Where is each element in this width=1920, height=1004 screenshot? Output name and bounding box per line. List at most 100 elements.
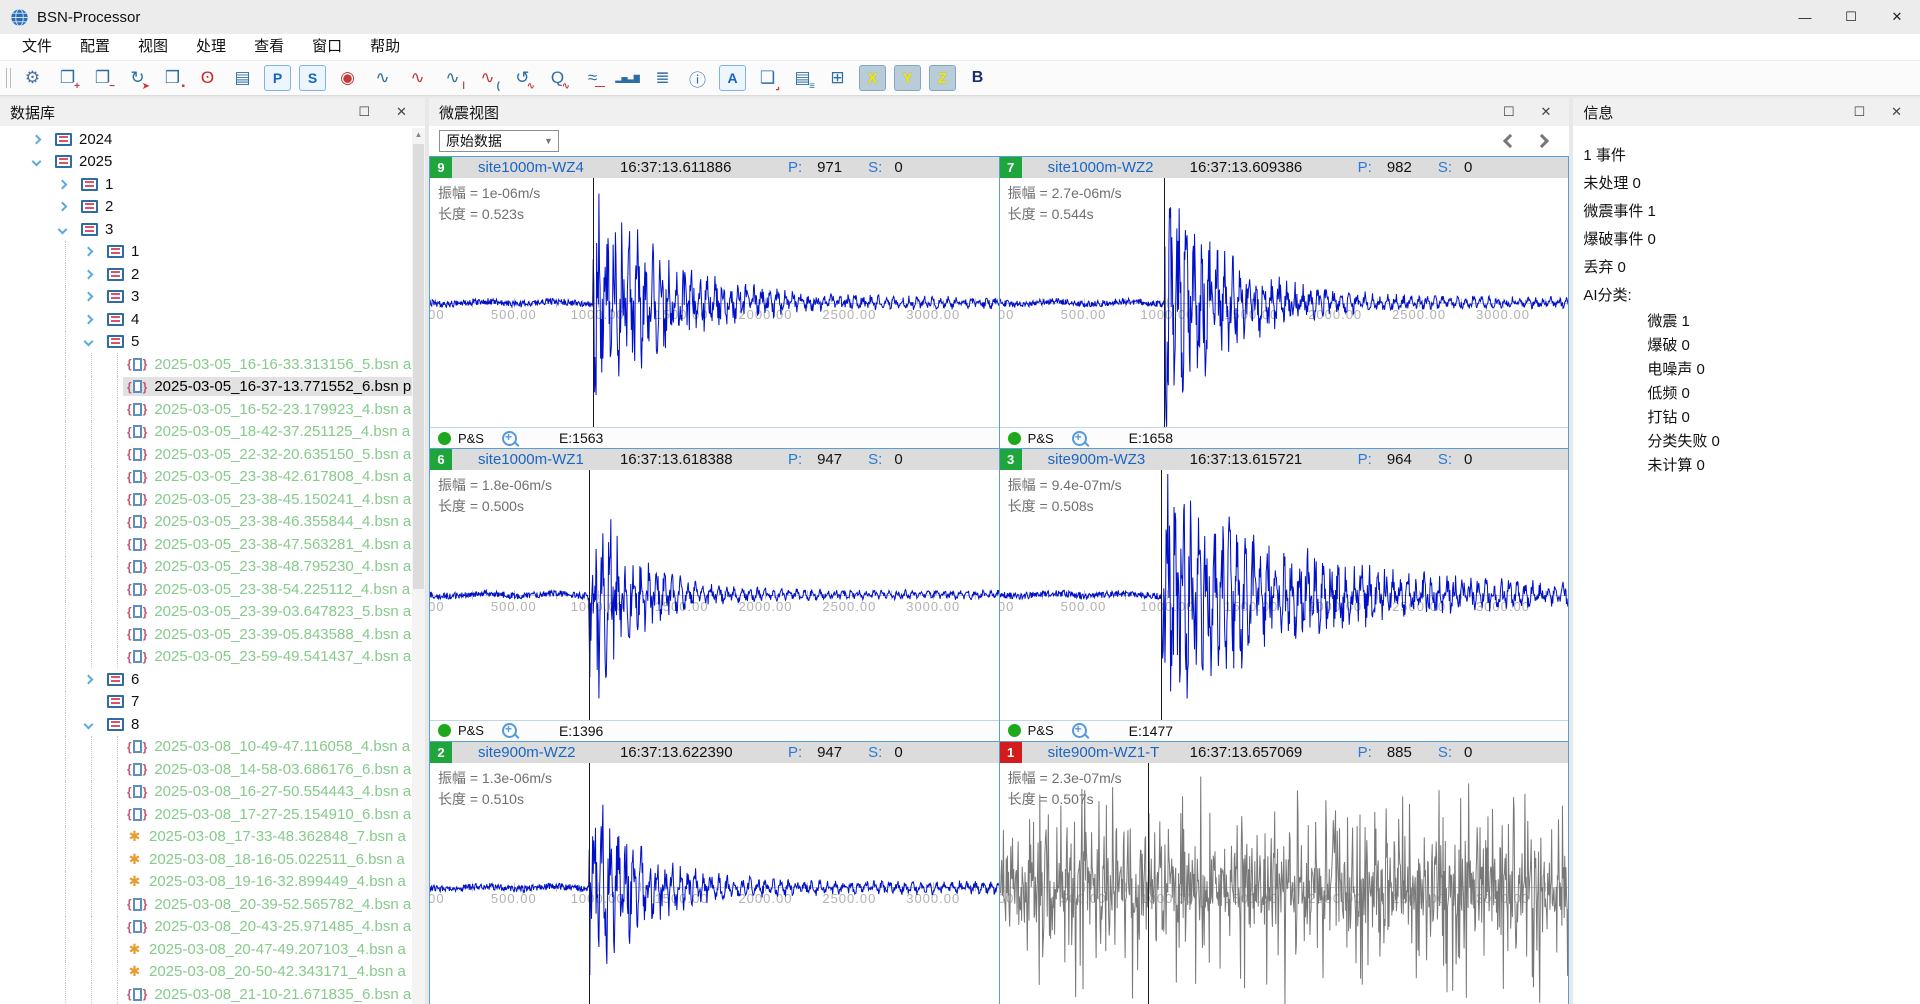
scrollbar-up-icon[interactable]: ▲ — [412, 128, 425, 142]
tree-folder-row[interactable]: 5 — [0, 331, 412, 354]
menu-item-7[interactable]: 帮助 — [356, 34, 414, 60]
add-folder-icon[interactable]: ❐+ — [54, 65, 81, 91]
wave-pick-icon-4[interactable]: ∿( — [474, 65, 501, 91]
toolbar-drag-handle[interactable] — [6, 68, 11, 88]
p-pick-line[interactable] — [589, 763, 590, 1004]
ps-toggle[interactable]: P&S — [1028, 431, 1054, 446]
list-icon[interactable]: ≣ — [649, 65, 676, 91]
tree-file-row[interactable]: ✱2025-03-08_18-16-05.022511_6.bsn a — [0, 848, 412, 871]
tree-folder-row[interactable]: 2024 — [0, 128, 412, 151]
next-event-button[interactable] — [1535, 134, 1549, 148]
prev-event-button[interactable] — [1503, 134, 1517, 148]
tree-file-row[interactable]: {}2025-03-05_23-38-54.225112_4.bsn a — [0, 578, 412, 601]
scrollbar-thumb[interactable] — [413, 144, 424, 589]
tree-file-row[interactable]: {}2025-03-05_23-38-47.563281_4.bsn a — [0, 533, 412, 556]
waveform-plot[interactable]: 振幅 = 2.3e-07m/s 长度 = 0.507s 0.00500.0010… — [1000, 763, 1569, 1004]
zoom-in-icon[interactable] — [1072, 723, 1087, 738]
menu-item-2[interactable]: 配置 — [66, 34, 124, 60]
waveform-plot[interactable]: 振幅 = 1e-06m/s 长度 = 0.523s 0.00500.001000… — [430, 178, 999, 427]
menu-item-1[interactable]: 文件 — [8, 34, 66, 60]
tree-file-row[interactable]: {}2025-03-08_20-43-25.971485_4.bsn a — [0, 916, 412, 939]
data-type-dropdown[interactable]: 原始数据 ▼ — [439, 130, 559, 152]
zoom-in-icon[interactable] — [1072, 431, 1087, 446]
tree-file-row[interactable]: {}2025-03-05_16-16-33.313156_5.bsn a — [0, 353, 412, 376]
tree-file-row[interactable]: {}2025-03-08_21-10-21.671835_6.bsn a — [0, 983, 412, 1004]
expand-arrow-icon[interactable] — [58, 179, 68, 189]
wave-baseline-icon[interactable]: ≈— — [579, 65, 606, 91]
database-panel-maximize-icon[interactable]: ☐ — [358, 104, 370, 120]
tree-file-row[interactable]: ✱2025-03-08_19-16-32.899449_4.bsn a — [0, 871, 412, 894]
crop-region-icon[interactable]: ❏⌟ — [754, 65, 781, 91]
wave-recalc-icon[interactable]: ↺∿ — [509, 65, 536, 91]
expand-arrow-icon[interactable] — [32, 134, 42, 144]
waveform-plot[interactable]: 振幅 = 1.3e-06m/s 长度 = 0.510s 0.00500.0010… — [430, 763, 999, 1004]
info-panel-maximize-icon[interactable]: ☐ — [1853, 104, 1865, 120]
expand-arrow-icon[interactable] — [84, 674, 94, 684]
info-panel-close-icon[interactable]: ✕ — [1891, 104, 1902, 120]
bold-b-button[interactable]: B — [964, 65, 991, 91]
tree-file-row[interactable]: {}2025-03-05_23-38-46.355844_4.bsn a — [0, 511, 412, 534]
collapse-arrow-icon[interactable] — [84, 337, 94, 347]
p-pick-line[interactable] — [1164, 178, 1165, 427]
remove-folder-icon[interactable]: ❐− — [89, 65, 116, 91]
tree-folder-row[interactable]: 4 — [0, 308, 412, 331]
waveform-plot[interactable]: 振幅 = 9.4e-07m/s 长度 = 0.508s 0.00500.0010… — [1000, 470, 1569, 719]
ps-toggle[interactable]: P&S — [458, 723, 484, 738]
waveform-plot[interactable]: 振幅 = 2.7e-06m/s 长度 = 0.544s 0.00500.0010… — [1000, 178, 1569, 427]
collapse-arrow-icon[interactable] — [84, 719, 94, 729]
save-report-icon[interactable]: ❒▪ — [159, 65, 186, 91]
wave-pick-icon-3[interactable]: ∿ǀ — [439, 65, 466, 91]
waveform-plot[interactable]: 振幅 = 1.8e-06m/s 长度 = 0.500s 0.00500.0010… — [430, 470, 999, 719]
power-icon[interactable]: ʘ — [194, 65, 221, 91]
p-phase-button[interactable]: P — [264, 65, 291, 91]
tree-file-row[interactable]: {}2025-03-08_16-27-50.554443_4.bsn a — [0, 781, 412, 804]
tree-folder-row[interactable]: 1 — [0, 241, 412, 264]
tree-file-row[interactable]: ✱2025-03-08_20-47-49.207103_4.bsn a — [0, 938, 412, 961]
tree-folder-row[interactable]: 7 — [0, 691, 412, 714]
tree-folder-row[interactable]: 3 — [0, 218, 412, 241]
tree-file-row[interactable]: ✱2025-03-08_17-33-48.362848_7.bsn a — [0, 826, 412, 849]
database-panel-close-icon[interactable]: ✕ — [396, 104, 407, 120]
waveform-panel-maximize-icon[interactable]: ☐ — [1503, 104, 1515, 120]
p-pick-line[interactable] — [1161, 470, 1162, 719]
q-filter-icon[interactable]: Q∿ — [544, 65, 571, 91]
wave-pick-icon-1[interactable]: ∿ — [369, 65, 396, 91]
tree-file-row[interactable]: {}2025-03-08_17-27-25.154910_6.bsn a — [0, 803, 412, 826]
expand-arrow-icon[interactable] — [84, 247, 94, 257]
database-icon[interactable]: ▤ — [229, 65, 256, 91]
tree-scrollbar[interactable]: ▲ ▼ — [412, 128, 425, 1004]
refresh-icon[interactable]: ↻➤ — [124, 65, 151, 91]
x-axis-button[interactable]: X — [859, 65, 886, 91]
expand-arrow-icon[interactable] — [84, 292, 94, 302]
p-pick-line[interactable] — [589, 470, 590, 719]
menu-item-3[interactable]: 视图 — [124, 34, 182, 60]
tree-file-row[interactable]: {}2025-03-05_23-38-42.617808_4.bsn a — [0, 466, 412, 489]
tree-folder-row[interactable]: 3 — [0, 286, 412, 309]
histogram-icon[interactable]: ▂▅▃▇ — [614, 65, 641, 91]
text-a-button[interactable]: A — [719, 65, 746, 91]
maximize-button[interactable]: ☐ — [1828, 0, 1874, 34]
tree-file-row[interactable]: {}2025-03-08_10-49-47.116058_4.bsn a — [0, 736, 412, 759]
tree-folder-row[interactable]: 2 — [0, 263, 412, 286]
tree-folder-row[interactable]: 8 — [0, 713, 412, 736]
y-axis-button[interactable]: Y — [894, 65, 921, 91]
tree-folder-row[interactable]: 1 — [0, 173, 412, 196]
s-phase-button[interactable]: S — [299, 65, 326, 91]
report-page-icon[interactable]: ▤≡ — [789, 65, 816, 91]
close-button[interactable]: ✕ — [1874, 0, 1920, 34]
tree-file-row[interactable]: {}2025-03-08_20-39-52.565782_4.bsn a — [0, 893, 412, 916]
info-icon[interactable]: ⓘ — [684, 65, 711, 91]
collapse-arrow-icon[interactable] — [32, 157, 42, 167]
crosshair-plus-icon[interactable]: ⊞ — [824, 65, 851, 91]
z-axis-button[interactable]: Z — [929, 65, 956, 91]
zoom-in-icon[interactable] — [502, 723, 517, 738]
tree-file-row[interactable]: {}2025-03-05_22-32-20.635150_5.bsn a — [0, 443, 412, 466]
tree-file-row[interactable]: {}2025-03-05_23-39-05.843588_4.bsn a — [0, 623, 412, 646]
menu-item-4[interactable]: 处理 — [182, 34, 240, 60]
settings-gear-icon[interactable]: ⚙ — [19, 65, 46, 91]
menu-item-6[interactable]: 窗口 — [298, 34, 356, 60]
zoom-in-icon[interactable] — [502, 431, 517, 446]
tree-file-row[interactable]: {}2025-03-05_23-59-49.541437_4.bsn a — [0, 646, 412, 669]
tree-folder-row[interactable]: 6 — [0, 668, 412, 691]
tree-folder-row[interactable]: 2 — [0, 196, 412, 219]
